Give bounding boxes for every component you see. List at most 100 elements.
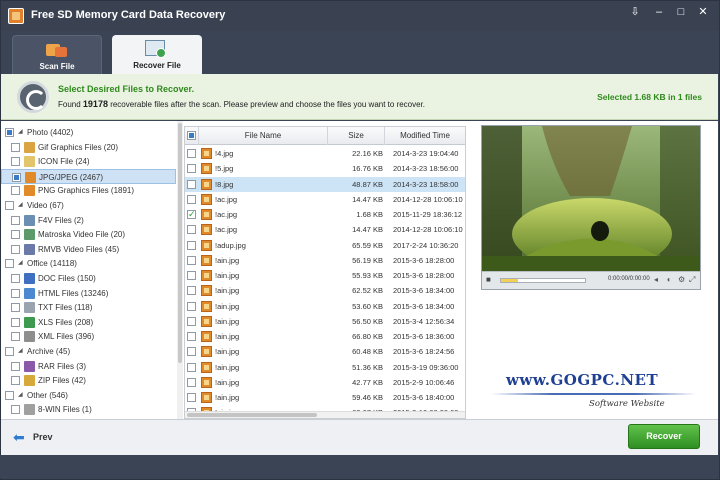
tree-checkbox[interactable] bbox=[11, 405, 20, 415]
row-checkbox[interactable] bbox=[187, 255, 196, 265]
table-row[interactable]: !ain.jpg 59.46 KB 2015-3-6 18:40:00 bbox=[185, 390, 465, 405]
column-header-modified[interactable]: Modified Time bbox=[385, 127, 465, 145]
table-row[interactable]: !ain.jpg 66.80 KB 2015-3-6 18:36:00 bbox=[185, 329, 465, 344]
tree-item[interactable]: Gif Graphics Files (20) bbox=[1, 140, 176, 155]
table-row[interactable]: !ain.jpg 42.77 KB 2015-2-9 10:06:46 bbox=[185, 375, 465, 390]
table-row[interactable]: !ac.jpg 14.47 KB 2014-12-28 10:06:10 bbox=[185, 222, 465, 237]
tree-checkbox[interactable] bbox=[11, 361, 20, 371]
row-checkbox[interactable] bbox=[187, 207, 196, 222]
tree-checkbox[interactable] bbox=[5, 390, 14, 400]
row-checkbox[interactable] bbox=[187, 377, 196, 387]
row-checkbox[interactable] bbox=[187, 225, 196, 235]
tree-checkbox[interactable] bbox=[11, 303, 20, 313]
play-icon[interactable]: ■ bbox=[486, 275, 491, 284]
expand-triangle-icon[interactable]: ◢ bbox=[18, 125, 23, 140]
table-row[interactable]: !ain.jpg 55.93 KB 2015-3-6 18:28:00 bbox=[185, 268, 465, 283]
table-row[interactable]: !ain.jpg 60.48 KB 2015-3-6 18:24:56 bbox=[185, 344, 465, 359]
tree-checkbox[interactable] bbox=[11, 376, 20, 386]
row-checkbox[interactable] bbox=[187, 240, 196, 250]
expand-triangle-icon[interactable]: ◢ bbox=[18, 388, 23, 403]
tree-checkbox[interactable] bbox=[11, 274, 20, 283]
tree-item[interactable]: DOC Files (150) bbox=[1, 271, 176, 286]
select-all-checkbox[interactable] bbox=[185, 127, 199, 145]
tree-category[interactable]: ◢ Archive (45) bbox=[1, 344, 176, 359]
row-checkbox[interactable] bbox=[187, 164, 196, 174]
tree-checkbox[interactable] bbox=[11, 332, 20, 342]
tree-item[interactable]: 8-WIN Files (1) bbox=[1, 402, 176, 417]
row-checkbox[interactable] bbox=[187, 362, 196, 372]
table-row[interactable]: !ain.jpg 56.19 KB 2015-3-6 18:28:00 bbox=[185, 253, 465, 268]
row-checkbox[interactable] bbox=[187, 271, 196, 280]
row-checkbox[interactable] bbox=[187, 286, 196, 296]
tree-category[interactable]: ◢ Video (67) bbox=[1, 198, 176, 213]
row-checkbox[interactable] bbox=[187, 332, 196, 341]
tree-item[interactable]: JPG/JPEG (2467) bbox=[1, 168, 176, 184]
table-row[interactable]: !5.jpg 16.76 KB 2014-3-23 18:56:00 bbox=[185, 161, 465, 176]
tree-item[interactable]: ZIP Files (42) bbox=[1, 373, 176, 388]
tree-checkbox[interactable] bbox=[11, 157, 20, 167]
row-checkbox[interactable] bbox=[187, 194, 196, 204]
tree-checkbox[interactable] bbox=[11, 317, 20, 327]
table-row[interactable]: !ain.jpg 62.52 KB 2015-3-6 18:34:00 bbox=[185, 283, 465, 298]
tree-item[interactable]: HTML Files (13246) bbox=[1, 286, 176, 301]
tree-checkbox[interactable] bbox=[12, 172, 21, 182]
tab-scan-file[interactable]: Scan File bbox=[12, 35, 102, 75]
tree-item[interactable]: PNG Graphics Files (1891) bbox=[1, 183, 176, 198]
tree-item[interactable]: TXT Files (118) bbox=[1, 300, 176, 315]
tree-checkbox[interactable] bbox=[5, 259, 14, 269]
volume-icon[interactable]: ◖ bbox=[666, 275, 671, 284]
prev-frame-icon[interactable]: ◂ bbox=[654, 275, 658, 284]
tree-checkbox[interactable] bbox=[11, 142, 20, 152]
tree-item[interactable]: F4V Files (2) bbox=[1, 213, 176, 228]
table-row[interactable]: !8.jpg 48.87 KB 2014-3-23 18:58:00 bbox=[185, 176, 465, 192]
tree-checkbox[interactable] bbox=[11, 230, 20, 240]
tree-category[interactable]: ◢ Office (14118) bbox=[1, 256, 176, 271]
row-checkbox[interactable] bbox=[187, 393, 196, 402]
row-checkbox[interactable] bbox=[187, 149, 196, 158]
row-checkbox[interactable] bbox=[187, 316, 196, 326]
tree-item[interactable]: Matroska Video File (20) bbox=[1, 227, 176, 242]
row-checkbox[interactable] bbox=[187, 347, 196, 357]
tree-item[interactable]: ICON File (24) bbox=[1, 154, 176, 169]
tree-item[interactable]: RAR Files (3) bbox=[1, 359, 176, 374]
expand-triangle-icon[interactable]: ◢ bbox=[18, 198, 23, 213]
fullscreen-icon[interactable]: ⤢ bbox=[689, 275, 695, 285]
prev-button[interactable]: ⬅ Prev bbox=[13, 429, 73, 447]
table-row[interactable]: !4.jpg 22.16 KB 2014-3-23 19:04:40 bbox=[185, 146, 465, 161]
recover-button[interactable]: Recover bbox=[628, 424, 700, 449]
tab-recover-file[interactable]: Recover File bbox=[112, 35, 202, 75]
tree-checkbox[interactable] bbox=[11, 186, 20, 196]
expand-triangle-icon[interactable]: ◢ bbox=[18, 344, 23, 359]
row-checkbox[interactable] bbox=[187, 179, 196, 189]
close-icon[interactable]: ✕ bbox=[693, 4, 713, 20]
list-horizontal-scrollbar[interactable] bbox=[185, 411, 465, 418]
tree-category[interactable]: ◢ Photo (4402) bbox=[1, 125, 176, 140]
minimize-icon[interactable]: – bbox=[649, 4, 669, 20]
header-checkbox-box[interactable] bbox=[187, 131, 196, 140]
maximize-icon[interactable]: □ bbox=[671, 4, 691, 20]
tree-scrollbar[interactable] bbox=[177, 121, 183, 419]
column-header-size[interactable]: Size bbox=[328, 127, 385, 145]
tree-item[interactable]: RMVB Video Files (45) bbox=[1, 242, 176, 257]
table-row[interactable]: !ain.jpg 53.60 KB 2015-3-6 18:34:00 bbox=[185, 299, 465, 314]
tree-checkbox[interactable] bbox=[5, 347, 14, 356]
tree-checkbox[interactable] bbox=[11, 244, 20, 254]
update-icon[interactable]: ⇩ bbox=[625, 4, 645, 20]
table-row[interactable]: !ac.jpg 14.47 KB 2014-12-28 10:06:10 bbox=[185, 192, 465, 207]
expand-triangle-icon[interactable]: ◢ bbox=[18, 256, 23, 271]
table-row[interactable]: !adup.jpg 65.59 KB 2017-2-24 10:36:20 bbox=[185, 238, 465, 253]
tree-item[interactable]: XML Files (396) bbox=[1, 329, 176, 344]
table-row[interactable]: !ac.jpg 1.68 KB 2015-11-29 18:36:12 bbox=[185, 207, 465, 222]
tree-scroll-thumb[interactable] bbox=[178, 123, 182, 363]
tree-checkbox[interactable] bbox=[5, 201, 14, 210]
row-checkbox[interactable] bbox=[187, 301, 196, 311]
table-row[interactable]: !ain.jpg 51.36 KB 2015-3-19 09:36:00 bbox=[185, 360, 465, 375]
tree-checkbox[interactable] bbox=[11, 288, 20, 298]
seek-bar[interactable] bbox=[500, 278, 586, 283]
settings-icon[interactable]: ⚙ bbox=[678, 275, 685, 284]
tree-category[interactable]: ◢ Other (546) bbox=[1, 388, 176, 403]
tree-checkbox[interactable] bbox=[5, 128, 14, 137]
table-row[interactable]: !ain.jpg 56.50 KB 2015-3-4 12:56:34 bbox=[185, 314, 465, 329]
column-header-name[interactable]: File Name bbox=[199, 127, 328, 145]
tree-item[interactable]: XLS Files (208) bbox=[1, 315, 176, 330]
